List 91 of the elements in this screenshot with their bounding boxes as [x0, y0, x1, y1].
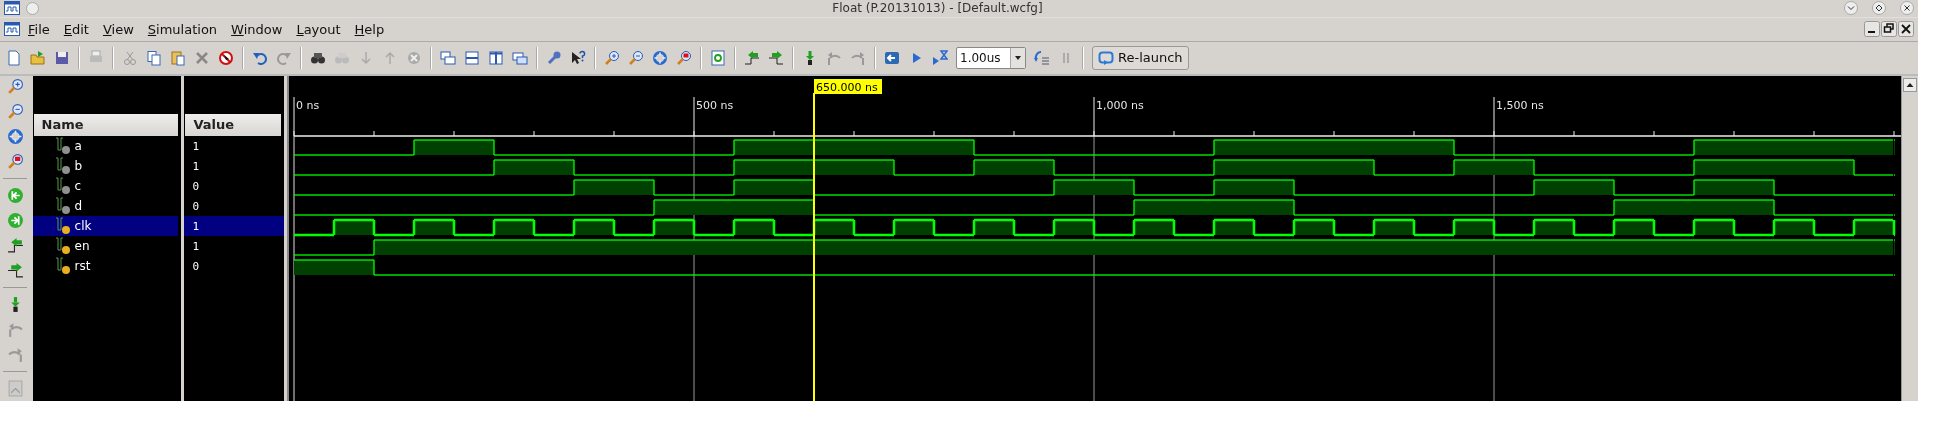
- window-menu-button[interactable]: [26, 1, 39, 15]
- column-header[interactable]: Value: [185, 114, 281, 136]
- time-label: 1,500 ns: [1496, 99, 1544, 112]
- signal-value: 0: [192, 179, 200, 193]
- wrench-icon[interactable]: [546, 49, 562, 66]
- zoom-in-icon[interactable]: [6, 78, 24, 95]
- signal-row[interactable]: d: [32, 196, 179, 216]
- maximize-button[interactable]: [1872, 1, 1886, 16]
- menu-item[interactable]: File: [20, 21, 56, 37]
- signal-value: 1: [192, 159, 200, 173]
- signal-row[interactable]: a: [32, 136, 179, 156]
- menu-item[interactable]: Help: [346, 21, 391, 37]
- signal-row[interactable]: rst: [32, 256, 179, 276]
- menu-item[interactable]: Window: [223, 21, 289, 37]
- scrollbar[interactable]: [1901, 76, 1918, 401]
- zoom-marker-icon[interactable]: [6, 153, 24, 170]
- app-icon: [4, 1, 20, 16]
- step-forward-icon[interactable]: [6, 262, 24, 279]
- forward-arrow-icon[interactable]: [6, 346, 24, 363]
- go-start-icon[interactable]: [6, 187, 24, 204]
- clear-icon[interactable]: [406, 49, 422, 66]
- signal-name: rst: [74, 259, 91, 273]
- menu-item[interactable]: View: [94, 21, 140, 37]
- back-arrow-icon[interactable]: [6, 321, 24, 338]
- zoom-out-icon[interactable]: [628, 49, 644, 66]
- column-header[interactable]: Name: [33, 114, 179, 136]
- menu-item[interactable]: Simulation: [139, 21, 224, 37]
- signal-icon: [54, 177, 71, 195]
- horizontal-split-icon[interactable]: [464, 49, 480, 66]
- signal-value: 0: [192, 259, 200, 273]
- cursor-time-label: 650.000 ns: [814, 79, 882, 94]
- forward-arrow-icon[interactable]: [850, 49, 866, 66]
- minimize-button[interactable]: [1864, 21, 1880, 38]
- windows-icon[interactable]: [512, 49, 528, 66]
- relaunch-button[interactable]: Re-launch: [1092, 45, 1189, 70]
- window-title: Float (P.20131013) - [Default.wcfg]: [831, 1, 1044, 16]
- menu-item[interactable]: Layout: [288, 21, 347, 37]
- signal-name: en: [74, 239, 90, 253]
- signal-value: 1: [192, 239, 200, 253]
- close-button[interactable]: [1900, 1, 1914, 16]
- signal-icon: [54, 157, 71, 175]
- signal-name: clk: [74, 219, 92, 233]
- signal-value: 1: [192, 219, 200, 233]
- signal-row[interactable]: b: [32, 156, 179, 176]
- zoom-in-icon[interactable]: [604, 49, 620, 66]
- time-label: 500 ns: [696, 99, 734, 112]
- delete-icon[interactable]: [194, 49, 210, 66]
- open-folder-icon[interactable]: [30, 49, 46, 66]
- signal-icon: [54, 217, 71, 235]
- paste-icon[interactable]: [170, 49, 186, 66]
- app-icon: [4, 22, 20, 37]
- lifebuoy-icon[interactable]: [652, 49, 668, 66]
- close-button[interactable]: [1898, 21, 1914, 38]
- help-pointer-icon[interactable]: [570, 49, 586, 66]
- restart-icon[interactable]: [884, 49, 900, 66]
- go-end-icon[interactable]: [6, 212, 24, 229]
- vertical-split-icon[interactable]: [488, 49, 504, 66]
- scroll-up-button[interactable]: [1903, 78, 1917, 92]
- signal-name: b: [74, 159, 83, 173]
- restore-button[interactable]: [1881, 21, 1897, 38]
- save-icon[interactable]: [54, 49, 70, 66]
- zoom-marker-icon[interactable]: [676, 49, 692, 66]
- run-for-icon[interactable]: [932, 49, 948, 66]
- lifebuoy-icon[interactable]: [6, 128, 24, 145]
- back-arrow-icon[interactable]: [826, 49, 842, 66]
- time-label: 1,000 ns: [1096, 99, 1144, 112]
- signal-row[interactable]: en: [32, 236, 179, 256]
- run-time-combo[interactable]: 1.00us: [956, 46, 1026, 69]
- signal-icon: [54, 137, 71, 155]
- no-entry-icon[interactable]: [218, 49, 234, 66]
- step-icon[interactable]: [1034, 49, 1050, 66]
- relaunch-icon: [1098, 49, 1114, 66]
- signal-icon: [54, 197, 71, 215]
- signal-value: 0: [192, 199, 200, 213]
- time-label: 0 ns: [296, 99, 320, 112]
- zoom-out-icon[interactable]: [6, 103, 24, 120]
- signal-name: c: [74, 179, 82, 193]
- cascade-windows-icon[interactable]: [440, 49, 456, 66]
- signal-value: 1: [192, 139, 200, 153]
- signal-row[interactable]: c: [32, 176, 179, 196]
- copy-icon[interactable]: [146, 49, 162, 66]
- signal-icon: [54, 237, 71, 255]
- signal-name: a: [74, 139, 82, 153]
- step-back-icon[interactable]: [6, 237, 24, 254]
- signal-name: d: [74, 199, 83, 213]
- signal-row[interactable]: clk: [32, 216, 179, 236]
- new-file-icon[interactable]: [6, 49, 22, 66]
- refresh-icon[interactable]: [710, 49, 726, 66]
- menu-item[interactable]: Edit: [55, 21, 95, 37]
- signal-icon: [54, 257, 71, 275]
- dropdown-button[interactable]: [1010, 47, 1025, 68]
